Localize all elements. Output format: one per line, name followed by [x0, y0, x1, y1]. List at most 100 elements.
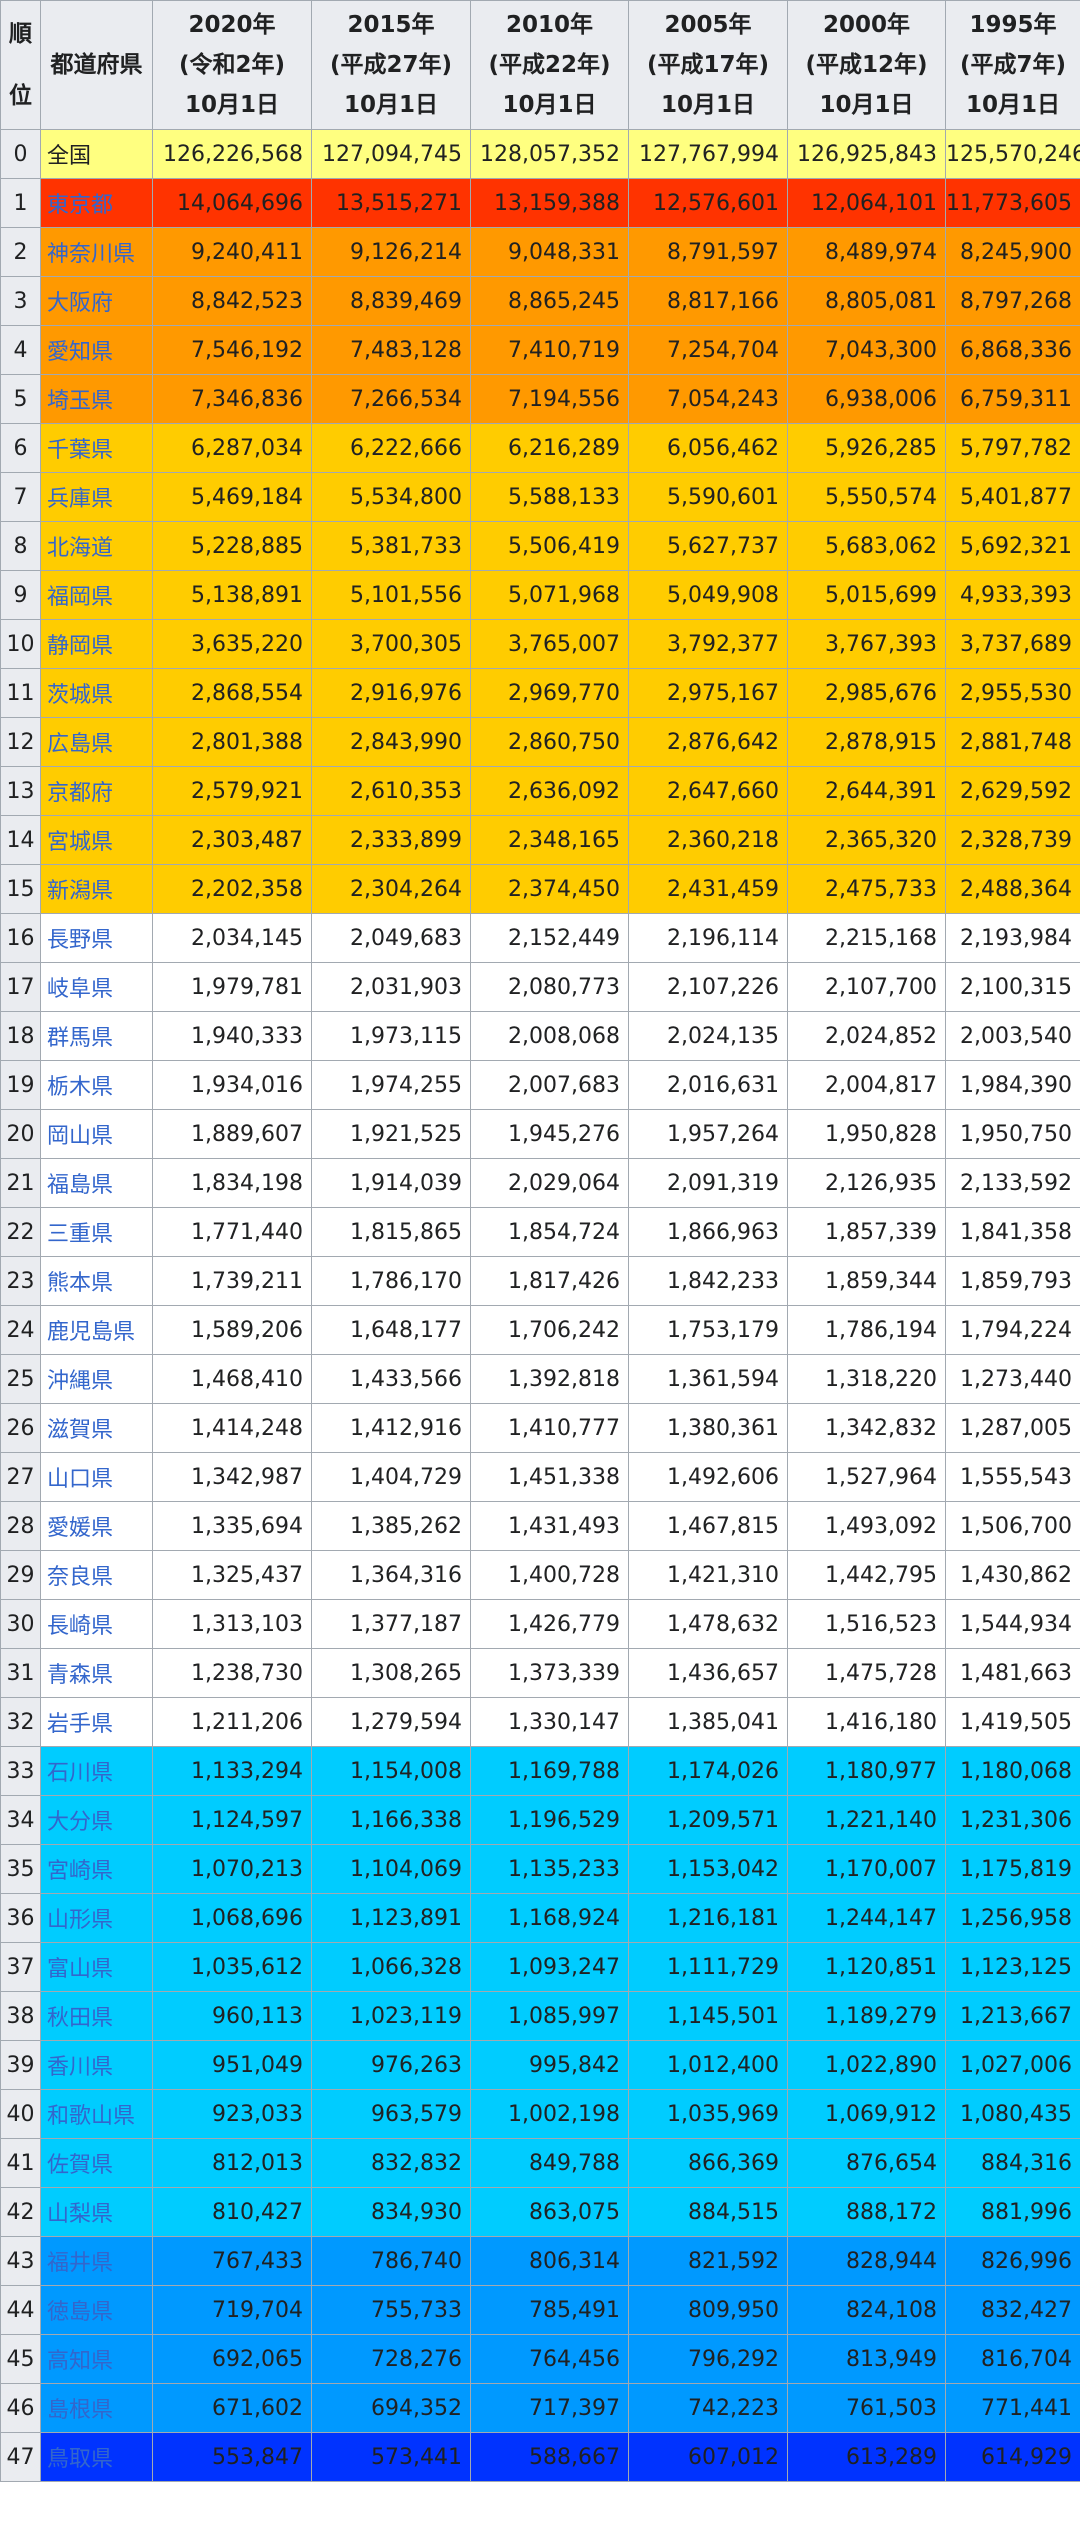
table-row: 34 大分県 1,124,597 1,166,338 1,196,529 1,209,57…	[0, 1795, 1080, 1845]
prefecture-link[interactable]: 岩手県	[40, 1697, 153, 1747]
prefecture-link[interactable]: 神奈川県	[40, 227, 153, 277]
population-cell: 923,033	[152, 2089, 312, 2139]
population-cell: 2,008,068	[470, 1011, 629, 1061]
prefecture-link[interactable]: 静岡県	[40, 619, 153, 669]
population-cell: 796,292	[628, 2334, 788, 2384]
population-cell: 1,974,255	[311, 1060, 471, 1110]
rank-cell: 9	[0, 570, 41, 620]
prefecture-link[interactable]: 沖縄県	[40, 1354, 153, 1404]
prefecture-link[interactable]: 島根県	[40, 2383, 153, 2433]
prefecture-link[interactable]: 愛媛県	[40, 1501, 153, 1551]
population-cell: 1,035,969	[628, 2089, 788, 2139]
table-row: 37 富山県 1,035,612 1,066,328 1,093,247 1,111,72…	[0, 1942, 1080, 1992]
prefecture-link[interactable]: 徳島県	[40, 2285, 153, 2335]
population-cell: 9,240,411	[152, 227, 312, 277]
rank-cell: 35	[0, 1844, 41, 1894]
year-header-2020[interactable]: 2020年 (令和2年) 10月1日	[152, 0, 312, 130]
prefecture-link[interactable]: 岡山県	[40, 1109, 153, 1159]
prefecture-header[interactable]: 都道府県	[40, 0, 153, 130]
prefecture-link[interactable]: 福井県	[40, 2236, 153, 2286]
prefecture-link[interactable]: 千葉県	[40, 423, 153, 473]
population-cell: 2,488,364	[945, 864, 1080, 914]
rank-header[interactable]: 順 位	[0, 0, 41, 130]
population-cell: 2,100,315	[945, 962, 1080, 1012]
population-cell: 1,180,977	[787, 1746, 946, 1796]
population-cell: 2,475,733	[787, 864, 946, 914]
prefecture-link[interactable]: 広島県	[40, 717, 153, 767]
population-cell: 2,024,135	[628, 1011, 788, 1061]
date-label: 10月1日	[184, 92, 279, 118]
table-row: 2 神奈川県 9,240,411 9,126,214 9,048,331 8,791,59…	[0, 227, 1080, 277]
prefecture-link[interactable]: 佐賀県	[40, 2138, 153, 2188]
prefecture-link[interactable]: 大阪府	[40, 276, 153, 326]
population-cell: 613,289	[787, 2432, 946, 2482]
year-header-2005[interactable]: 2005年 (平成17年) 10月1日	[628, 0, 788, 130]
prefecture-link[interactable]: 石川県	[40, 1746, 153, 1796]
prefecture-link[interactable]: 山形県	[40, 1893, 153, 1943]
prefecture-link[interactable]: 岐阜県	[40, 962, 153, 1012]
year-header-1995[interactable]: 1995年 (平成7年) 10月1日	[945, 0, 1080, 130]
population-cell: 1,419,505	[945, 1697, 1080, 1747]
prefecture-link[interactable]: 宮城県	[40, 815, 153, 865]
prefecture-link[interactable]: 長崎県	[40, 1599, 153, 1649]
prefecture-link[interactable]: 鹿児島県	[40, 1305, 153, 1355]
population-cell: 5,228,885	[152, 521, 312, 571]
prefecture-link[interactable]: 長野県	[40, 913, 153, 963]
prefecture-link[interactable]: 富山県	[40, 1942, 153, 1992]
prefecture-link[interactable]: 兵庫県	[40, 472, 153, 522]
population-cell: 588,667	[470, 2432, 629, 2482]
rank-cell: 10	[0, 619, 41, 669]
population-cell: 1,516,523	[787, 1599, 946, 1649]
prefecture-link[interactable]: 和歌山県	[40, 2089, 153, 2139]
prefecture-link[interactable]: 東京都	[40, 178, 153, 228]
year-header-2000[interactable]: 2000年 (平成12年) 10月1日	[787, 0, 946, 130]
prefecture-link[interactable]: 山梨県	[40, 2187, 153, 2237]
prefecture-link[interactable]: 香川県	[40, 2040, 153, 2090]
table-row: 35 宮崎県 1,070,213 1,104,069 1,135,233 1,153,04…	[0, 1844, 1080, 1894]
prefecture-link[interactable]: 北海道	[40, 521, 153, 571]
population-cell: 671,602	[152, 2383, 312, 2433]
population-cell: 1,414,248	[152, 1403, 312, 1453]
prefecture-link[interactable]: 埼玉県	[40, 374, 153, 424]
prefecture-link[interactable]: 青森県	[40, 1648, 153, 1698]
population-cell: 6,759,311	[945, 374, 1080, 424]
population-cell: 2,431,459	[628, 864, 788, 914]
population-cell: 1,308,265	[311, 1648, 471, 1698]
prefecture-link[interactable]: 熊本県	[40, 1256, 153, 1306]
prefecture-link[interactable]: 愛知県	[40, 325, 153, 375]
year-header-2010[interactable]: 2010年 (平成22年) 10月1日	[470, 0, 629, 130]
population-cell: 2,360,218	[628, 815, 788, 865]
prefecture-link[interactable]: 高知県	[40, 2334, 153, 2384]
population-cell: 1,648,177	[311, 1305, 471, 1355]
date-label: 10月1日	[819, 92, 914, 118]
prefecture-link[interactable]: 茨城県	[40, 668, 153, 718]
population-cell: 2,215,168	[787, 913, 946, 963]
prefecture-link[interactable]: 京都府	[40, 766, 153, 816]
prefecture-link[interactable]: 滋賀県	[40, 1403, 153, 1453]
rank-header-line1: 順	[9, 21, 32, 47]
prefecture-link[interactable]: 三重県	[40, 1207, 153, 1257]
year-label: 2010年	[505, 12, 593, 38]
rank-cell: 47	[0, 2432, 41, 2482]
population-cell: 1,416,180	[787, 1697, 946, 1747]
population-cell: 5,071,968	[470, 570, 629, 620]
population-cell: 809,950	[628, 2285, 788, 2335]
prefecture-link[interactable]: 山口県	[40, 1452, 153, 1502]
prefecture-link[interactable]: 秋田県	[40, 1991, 153, 2041]
population-cell: 2,049,683	[311, 913, 471, 963]
population-cell: 13,515,271	[311, 178, 471, 228]
population-cell: 2,365,320	[787, 815, 946, 865]
table-row: 44 徳島県 719,704 755,733 785,491 809,950 824,108…	[0, 2285, 1080, 2335]
prefecture-link[interactable]: 新潟県	[40, 864, 153, 914]
prefecture-link[interactable]: 福島県	[40, 1158, 153, 1208]
prefecture-link[interactable]: 栃木県	[40, 1060, 153, 1110]
prefecture-link[interactable]: 群馬県	[40, 1011, 153, 1061]
year-header-2015[interactable]: 2015年 (平成27年) 10月1日	[311, 0, 471, 130]
prefecture-link[interactable]: 宮崎県	[40, 1844, 153, 1894]
prefecture-link[interactable]: 大分県	[40, 1795, 153, 1845]
population-cell: 1,135,233	[470, 1844, 629, 1894]
prefecture-link[interactable]: 奈良県	[40, 1550, 153, 1600]
population-cell: 1,410,777	[470, 1403, 629, 1453]
prefecture-link[interactable]: 鳥取県	[40, 2432, 153, 2482]
prefecture-link[interactable]: 福岡県	[40, 570, 153, 620]
